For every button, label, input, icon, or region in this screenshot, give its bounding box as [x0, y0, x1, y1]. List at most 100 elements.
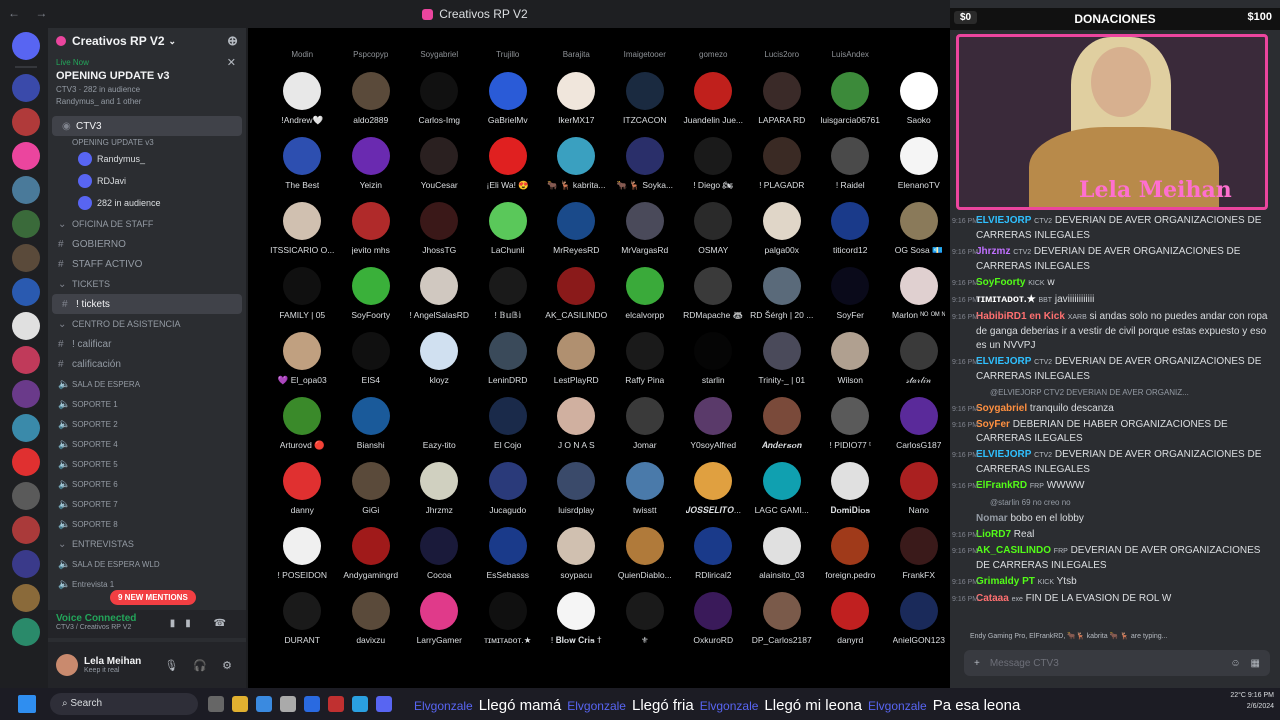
server-icon[interactable]: [12, 414, 40, 442]
message-author[interactable]: Jhrzmz: [976, 246, 1010, 257]
voice-participant[interactable]: 282 in audience: [48, 192, 246, 214]
audience-member[interactable]: Arturovd 🔴: [268, 395, 337, 460]
audience-member[interactable]: elcalvorpp: [611, 265, 680, 330]
audience-member[interactable]: FAMILY | 05: [268, 265, 337, 330]
server-icon[interactable]: [12, 550, 40, 578]
server-icon[interactable]: [12, 210, 40, 238]
emoji-icon[interactable]: ☺: [1230, 658, 1240, 669]
app-icon[interactable]: [280, 696, 296, 712]
audience-member[interactable]: Nano: [885, 460, 951, 525]
audience-member[interactable]: J O N A S: [542, 395, 611, 460]
voice-participant[interactable]: Randymus_: [48, 148, 246, 170]
channel-item[interactable]: 🔈 SALA DE ESPERA: [48, 374, 246, 394]
server-icon[interactable]: [12, 448, 40, 476]
voice-controls-icon[interactable]: ▮▮ ☎: [170, 618, 236, 629]
avatar[interactable]: [56, 654, 78, 676]
audience-member[interactable]: OG Sosa 💶: [885, 200, 951, 265]
app-icon[interactable]: [256, 696, 272, 712]
audience-member[interactable]: Juandelin Jue...: [679, 70, 748, 135]
audience-member[interactable]: ! POSEIDON: [268, 525, 337, 590]
folder-icon[interactable]: [232, 696, 248, 712]
audience-member[interactable]: luisrdplay: [542, 460, 611, 525]
server-icon[interactable]: [12, 618, 40, 646]
user-controls-icon[interactable]: 🎙 🎧 ⚙: [164, 659, 238, 672]
audience-member[interactable]: RD Šérgh | 20 ...: [748, 265, 817, 330]
audience-member[interactable]: foreign.pedro: [816, 525, 885, 590]
message-author[interactable]: Cataaa: [976, 593, 1009, 604]
server-icon[interactable]: [12, 142, 40, 170]
audience-member[interactable]: LarryGamer: [405, 590, 474, 655]
audience-member[interactable]: OSMAY: [679, 200, 748, 265]
audience-member[interactable]: ElenanoTV: [885, 135, 951, 200]
audience-member[interactable]: ¡Eli Wa! 😍: [474, 135, 543, 200]
audience-member[interactable]: Eazy-tito: [405, 395, 474, 460]
audience-member[interactable]: ITSSICARIO O...: [268, 200, 337, 265]
audience-member[interactable]: Raffy Pina: [611, 330, 680, 395]
audience-member[interactable]: 𝑨𝒏𝒅𝒆𝒓𝒔𝒐𝒏: [748, 395, 817, 460]
audience-member[interactable]: IkerMX17: [542, 70, 611, 135]
audience-member[interactable]: danny: [268, 460, 337, 525]
app-icon[interactable]: [208, 696, 224, 712]
channel-item[interactable]: 🔈 SOPORTE 4: [48, 434, 246, 454]
channel-item[interactable]: # ! tickets: [52, 294, 242, 314]
server-icon[interactable]: [12, 74, 40, 102]
channel-item[interactable]: # calificación: [48, 354, 246, 374]
channel-item[interactable]: 🔈 SOPORTE 5: [48, 454, 246, 474]
audience-member[interactable]: CarlosG187: [885, 395, 951, 460]
audience-member[interactable]: Bianshi: [337, 395, 406, 460]
audience-member[interactable]: soypacu: [542, 525, 611, 590]
audience-member[interactable]: ! PLAGADR: [748, 135, 817, 200]
audience-member[interactable]: Saoko: [885, 70, 951, 135]
channel-category[interactable]: ⌄ ENTREVISTAS: [48, 534, 246, 554]
audience-member[interactable]: ᴛɪᴍɪᴛᴀᴅᴏᴛ.★: [474, 590, 543, 655]
audience-member[interactable]: Wilson: [816, 330, 885, 395]
audience-member[interactable]: 🐂 🦌 Soyka...: [611, 135, 680, 200]
server-icon[interactable]: [12, 482, 40, 510]
add-attachment-icon[interactable]: +: [974, 658, 980, 669]
audience-member[interactable]: 𝓈𝓉𝒶𝓇𝓁𝒾𝓃: [885, 330, 951, 395]
audience-member[interactable]: LAPARA RD: [748, 70, 817, 135]
audience-member[interactable]: ! Diego 🏍: [679, 135, 748, 200]
audience-member[interactable]: Carlos-Img: [405, 70, 474, 135]
server-icon[interactable]: [12, 346, 40, 374]
audience-member[interactable]: danyrd: [816, 590, 885, 655]
audience-member[interactable]: 🐂 🦌 kabrita...: [542, 135, 611, 200]
audience-member[interactable]: twisstt: [611, 460, 680, 525]
audience-member[interactable]: Andygamingrd: [337, 525, 406, 590]
audience-member[interactable]: Yeizin: [337, 135, 406, 200]
audience-member[interactable]: OxkuroRD: [679, 590, 748, 655]
audience-member[interactable]: Y0soyAlfred: [679, 395, 748, 460]
server-icon[interactable]: [12, 244, 40, 272]
nav-arrows[interactable]: ← →: [8, 6, 53, 20]
apps-icon[interactable]: ▦: [1251, 658, 1260, 669]
audience-member[interactable]: GiGi: [337, 460, 406, 525]
server-icon[interactable]: [12, 176, 40, 204]
audience-member[interactable]: ⚜: [611, 590, 680, 655]
audience-member[interactable]: ! 𝔹𝕦𝔹𝕚: [474, 265, 543, 330]
channel-category[interactable]: ⌄ OFICINA DE STAFF: [48, 214, 246, 234]
audience-member[interactable]: EIS4: [337, 330, 406, 395]
audience-member[interactable]: ! Raidel: [816, 135, 885, 200]
audience-member[interactable]: 💜 El_opa03: [268, 330, 337, 395]
server-icon[interactable]: [12, 108, 40, 136]
channel-item[interactable]: ◉ CTV3: [52, 116, 242, 136]
channel-item[interactable]: # STAFF ACTIVO: [48, 254, 246, 274]
app-icon[interactable]: [328, 696, 344, 712]
audience-member[interactable]: AK_CASILINDO: [542, 265, 611, 330]
audience-member[interactable]: Cocoa: [405, 525, 474, 590]
channel-item[interactable]: 🔈 SOPORTE 6: [48, 474, 246, 494]
server-icon[interactable]: [12, 516, 40, 544]
message-author[interactable]: Nomar: [976, 513, 1008, 524]
message-author[interactable]: Soygabriel: [976, 403, 1027, 414]
channel-item[interactable]: 🔈 SOPORTE 2: [48, 414, 246, 434]
server-icon[interactable]: [12, 312, 40, 340]
server-icon[interactable]: [12, 380, 40, 408]
audience-member[interactable]: !Andrew🤍: [268, 70, 337, 135]
audience-member[interactable]: jevito mhs: [337, 200, 406, 265]
audience-member[interactable]: Trinity-_ | 01: [748, 330, 817, 395]
audience-member[interactable]: ! 𝐁𝐥𝐨𝐰 𝐂𝐫𝐢𝐬 ✝: [542, 590, 611, 655]
channel-item[interactable]: 🔈 SOPORTE 1: [48, 394, 246, 414]
audience-member[interactable]: alainsito_03: [748, 525, 817, 590]
audience-member[interactable]: 𝐃𝐨𝐦𝐢𝐃𝐢𝐨𝐬: [816, 460, 885, 525]
audience-member[interactable]: ! AngelSalasRD: [405, 265, 474, 330]
